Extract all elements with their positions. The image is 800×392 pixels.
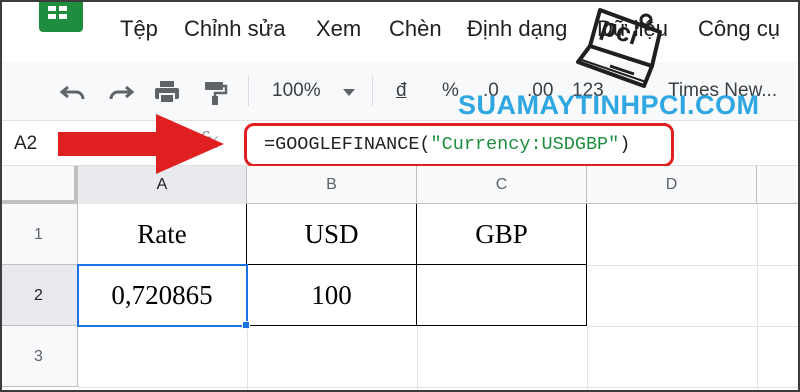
fill-handle[interactable] xyxy=(242,321,250,329)
menu-format[interactable]: Định dạng xyxy=(467,16,567,42)
cell-c2[interactable] xyxy=(417,265,587,326)
zoom-dropdown-icon[interactable] xyxy=(343,89,355,96)
watermark-laptop-icon: pci xyxy=(576,8,662,88)
red-arrow-icon xyxy=(58,114,224,174)
menu-tools[interactable]: Công cụ xyxy=(698,16,780,42)
menu-view[interactable]: Xem xyxy=(316,16,361,42)
row-header-3[interactable]: 3 xyxy=(0,326,78,387)
row-header-1[interactable]: 1 xyxy=(0,204,78,265)
print-icon[interactable] xyxy=(152,78,182,106)
toolbar-divider xyxy=(248,76,249,106)
zoom-select[interactable]: 100% xyxy=(272,80,321,102)
cell-b1[interactable]: USD xyxy=(247,204,417,265)
gridline xyxy=(587,326,588,392)
formula-input[interactable]: =GOOGLEFINANCE("Currency:USDGBP") xyxy=(264,134,630,155)
name-box[interactable]: A2 xyxy=(14,133,37,155)
gridline xyxy=(587,326,800,327)
gridline xyxy=(417,326,418,392)
gridline xyxy=(757,204,758,392)
formula-string-argument: "Currency:USDGBP" xyxy=(430,134,620,155)
menu-edit[interactable]: Chỉnh sửa xyxy=(184,16,286,42)
gridline xyxy=(78,387,800,388)
paint-format-icon[interactable] xyxy=(200,78,230,106)
menu-file[interactable]: Tệp xyxy=(120,16,158,42)
toolbar-divider xyxy=(372,76,373,106)
sheets-logo-icon[interactable] xyxy=(39,0,83,32)
redo-icon[interactable] xyxy=(106,78,136,106)
watermark-text: SUAMAYTINHPCI.COM xyxy=(458,90,760,120)
formula-close-paren: ) xyxy=(619,134,631,155)
menu-bar: Tệp Chỉnh sửa Xem Chèn Định dạng Dữ liệu… xyxy=(0,0,800,62)
cell-b2[interactable]: 100 xyxy=(247,265,417,326)
row-header-2[interactable]: 2 xyxy=(0,265,78,326)
gridline xyxy=(247,326,248,392)
spreadsheet-grid: A B C D 1 2 3 Rate USD GBP 0,720865 100 xyxy=(0,166,800,392)
svg-text:pci: pci xyxy=(597,11,642,51)
cell-c1[interactable]: GBP xyxy=(417,204,587,265)
currency-format-button[interactable]: đ xyxy=(396,80,407,102)
column-header-d[interactable]: D xyxy=(587,166,757,204)
undo-icon[interactable] xyxy=(58,78,88,106)
cell-a1[interactable]: Rate xyxy=(78,204,247,265)
column-header-c[interactable]: C xyxy=(417,166,587,204)
formula-function: =GOOGLEFINANCE( xyxy=(264,134,431,155)
gridline xyxy=(587,265,800,266)
column-header-b[interactable]: B xyxy=(247,166,417,204)
percent-format-button[interactable]: % xyxy=(442,80,459,102)
menu-insert[interactable]: Chèn xyxy=(389,16,442,42)
cell-a2[interactable]: 0,720865 xyxy=(78,265,247,326)
